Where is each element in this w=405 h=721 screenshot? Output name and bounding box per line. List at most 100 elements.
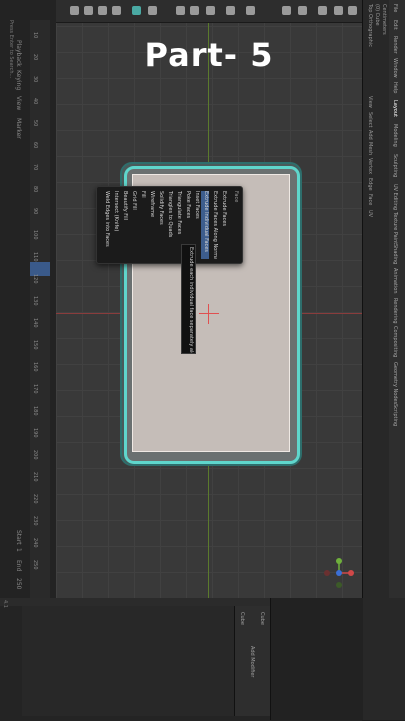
menu-item[interactable]: Wireframe bbox=[147, 191, 155, 259]
tab-animation[interactable]: Animation bbox=[392, 268, 398, 294]
menu-item[interactable]: Fill bbox=[138, 191, 146, 259]
menu-window[interactable]: Window bbox=[392, 58, 398, 78]
gizmo-toggle-icon[interactable] bbox=[298, 6, 307, 15]
properties-panel: Cube Add Modifier Cube bbox=[234, 606, 271, 716]
tab-compositing[interactable]: Compositing bbox=[392, 326, 398, 357]
snap-icon[interactable] bbox=[226, 6, 235, 15]
menu-tooltip: Extrude each individual face separately … bbox=[181, 244, 196, 354]
view-menu-edge[interactable]: Edge bbox=[367, 178, 373, 191]
menu-item[interactable]: Intersect (Knife) bbox=[111, 191, 119, 259]
frame-tick-label: 60 bbox=[32, 142, 38, 149]
properties-object-name: Cube bbox=[239, 612, 245, 625]
frame-tick-label: 170 bbox=[32, 384, 38, 394]
menu-help[interactable]: Help bbox=[392, 82, 398, 93]
view-menu-mesh[interactable]: Mesh bbox=[367, 142, 373, 155]
frame-tick-label: 200 bbox=[32, 450, 38, 460]
frame-tick-label: 250 bbox=[32, 560, 38, 570]
timeline-end-label: End bbox=[15, 560, 22, 572]
menu-item[interactable]: Extrude Faces Along Normals bbox=[210, 191, 218, 259]
status-search-hint: Press Enter to Search... bbox=[8, 20, 14, 79]
menu-item[interactable]: Weld Edges into Faces bbox=[102, 191, 110, 259]
menu-item-highlighted[interactable]: Extrude Individual Faces bbox=[201, 191, 209, 259]
frame-tick-label: 10 bbox=[32, 32, 38, 39]
menu-item[interactable]: Grid Fill bbox=[129, 191, 137, 259]
scale-icon[interactable] bbox=[112, 6, 121, 15]
menu-item[interactable]: Solidify Faces bbox=[156, 191, 164, 259]
3d-cursor-vertical bbox=[208, 304, 209, 324]
proportional-edit-icon[interactable] bbox=[246, 6, 255, 15]
select-icon[interactable] bbox=[190, 6, 199, 15]
tab-uv-editing[interactable]: UV Editing bbox=[392, 184, 398, 210]
overlay-icon[interactable] bbox=[148, 6, 157, 15]
frame-tick-label: 180 bbox=[32, 406, 38, 416]
frame-tick-label: 100 bbox=[32, 230, 38, 240]
frame-tick-label: 30 bbox=[32, 76, 38, 83]
3d-viewport[interactable]: Part- 5 Face Extrude Faces Extrude Faces… bbox=[56, 0, 362, 598]
workspace-tabs: File Edit Render Window Help Layout Mode… bbox=[389, 0, 405, 598]
frame-ruler[interactable]: 10 20 30 40 50 60 70 80 90 100 110 120 130 140 150 160 1… bbox=[30, 20, 50, 598]
view-icon[interactable] bbox=[176, 6, 185, 15]
menu-item[interactable]: Extrude Faces bbox=[219, 191, 227, 259]
status-version: 4.1 bbox=[2, 600, 8, 608]
bottom-header-bar bbox=[0, 598, 270, 606]
tab-scripting[interactable]: Scripting bbox=[392, 404, 398, 426]
tab-modeling[interactable]: Modeling bbox=[392, 124, 398, 147]
timeline-end-value[interactable]: 250 bbox=[4, 578, 22, 589]
view-menu-select[interactable]: Select bbox=[367, 112, 373, 127]
frame-tick-label: 110 bbox=[32, 252, 38, 262]
bottom-editor[interactable] bbox=[22, 606, 234, 716]
view-menu-uv[interactable]: UV bbox=[367, 210, 373, 217]
right-panel: Top Orthographic (0) Cube Centimeters Fi… bbox=[362, 0, 405, 720]
gizmo-axis-icon[interactable] bbox=[324, 558, 354, 588]
tab-shading[interactable]: Shading bbox=[392, 244, 398, 264]
tab-sculpting[interactable]: Sculpting bbox=[392, 154, 398, 177]
frame-tick-label: 140 bbox=[32, 318, 38, 328]
timeline-marker-menu[interactable]: Marker bbox=[4, 118, 22, 139]
rotate-icon[interactable] bbox=[98, 6, 107, 15]
menu-file[interactable]: File bbox=[392, 4, 398, 12]
frame-tick-label: 130 bbox=[32, 296, 38, 306]
view-menu-view[interactable]: View bbox=[367, 96, 373, 108]
shading-solid-icon[interactable] bbox=[132, 6, 141, 15]
tab-layout[interactable]: Layout bbox=[392, 100, 398, 117]
timeline-start-label: Start bbox=[15, 530, 22, 545]
menu-render[interactable]: Render bbox=[392, 36, 398, 54]
video-title-overlay: Part- 5 bbox=[144, 36, 274, 74]
select-box-icon[interactable] bbox=[70, 6, 79, 15]
menu-title: Face bbox=[233, 191, 239, 203]
frame-tick-label: 220 bbox=[32, 494, 38, 504]
viewport-header-toolbar bbox=[56, 0, 362, 23]
tab-texture-paint[interactable]: Texture Paint bbox=[392, 212, 398, 244]
outliner-panel[interactable] bbox=[270, 598, 363, 720]
frame-tick-label: 160 bbox=[32, 362, 38, 372]
menu-item[interactable]: Beautify Fill bbox=[120, 191, 128, 259]
tab-rendering[interactable]: Rendering bbox=[392, 298, 398, 324]
move-icon[interactable] bbox=[84, 6, 93, 15]
timeline-view-menu[interactable]: View bbox=[4, 96, 22, 110]
view-menu-add[interactable]: Add bbox=[367, 130, 373, 140]
viewport-info-mode: Top Orthographic bbox=[367, 4, 373, 47]
add-modifier-button[interactable]: Add Modifier bbox=[249, 646, 255, 678]
xray-icon[interactable] bbox=[318, 6, 327, 15]
properties-mesh-name: Cube bbox=[259, 612, 265, 625]
viewport-info-object: (0) Cube bbox=[374, 4, 380, 26]
face-context-menu: Face Extrude Faces Extrude Faces Along N… bbox=[96, 186, 243, 264]
frame-tick-label: 70 bbox=[32, 164, 38, 171]
frame-tick-label: 210 bbox=[32, 472, 38, 482]
shading-material-icon[interactable] bbox=[348, 6, 357, 15]
frame-tick-label: 20 bbox=[32, 54, 38, 61]
frame-tick-label: 40 bbox=[32, 98, 38, 105]
view-menu-face[interactable]: Face bbox=[367, 194, 373, 205]
timeline-start-value[interactable]: 1 bbox=[4, 548, 22, 552]
frame-tick-label: 80 bbox=[32, 186, 38, 193]
3d-cursor-horizontal bbox=[199, 313, 219, 314]
frame-tick-label: 90 bbox=[32, 208, 38, 215]
frame-tick-label: 150 bbox=[32, 340, 38, 350]
add-icon[interactable] bbox=[206, 6, 215, 15]
menu-item[interactable]: Triangles to Quads bbox=[165, 191, 173, 259]
shading-wire-icon[interactable] bbox=[334, 6, 343, 15]
menu-edit[interactable]: Edit bbox=[392, 20, 398, 30]
visibility-icon[interactable] bbox=[282, 6, 291, 15]
view-menu-vertex[interactable]: Vertex bbox=[367, 158, 373, 174]
tab-geometry-nodes[interactable]: Geometry Nodes bbox=[392, 362, 398, 404]
